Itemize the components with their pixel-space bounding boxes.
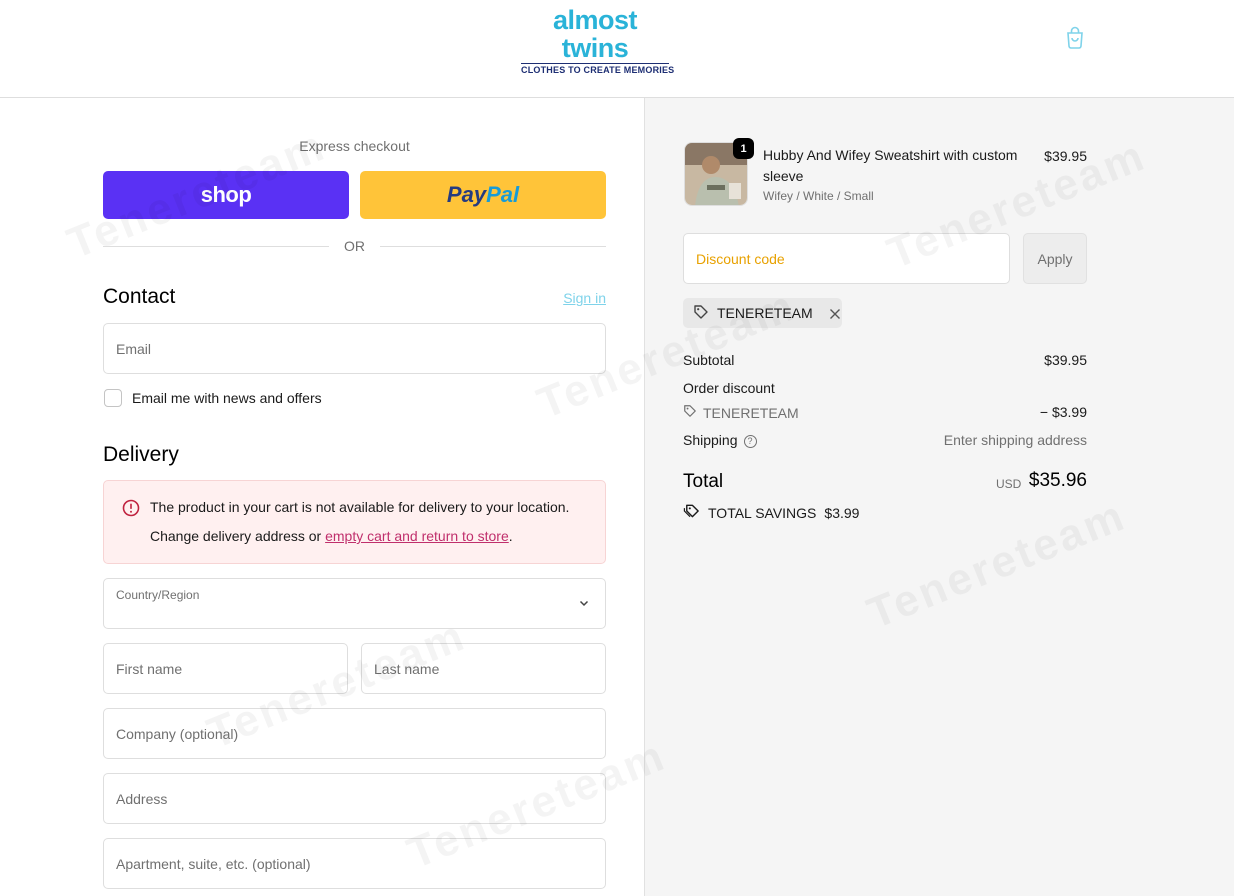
company-field[interactable]: Company (optional) <box>103 708 606 759</box>
cart-icon[interactable] <box>1064 25 1086 49</box>
alert-action-suffix: . <box>508 528 513 544</box>
help-icon[interactable]: ? <box>743 435 757 448</box>
product-price: $39.95 <box>1044 148 1087 164</box>
site-header: almost twins CLOTHES TO CREATE MEMORIES <box>0 0 1234 98</box>
shipping-row: Shipping? <box>683 432 757 448</box>
alert-message: The product in your cart is not availabl… <box>150 499 570 515</box>
store-logo[interactable]: almost twins CLOTHES TO CREATE MEMORIES <box>521 6 674 75</box>
quantity-badge: 1 <box>733 138 754 159</box>
remove-discount-icon[interactable] <box>829 307 841 319</box>
divider-line-left <box>103 246 329 247</box>
or-divider: OR <box>103 238 606 256</box>
discount-code-placeholder: Discount code <box>696 251 785 267</box>
address-placeholder: Address <box>116 790 168 807</box>
total-savings: TOTAL SAVINGS $3.99 <box>683 503 859 522</box>
product-name: Hubby And Wifey Sweatshirt with custom s… <box>763 147 1018 184</box>
apartment-placeholder: Apartment, suite, etc. (optional) <box>116 855 311 872</box>
apply-discount-button[interactable]: Apply <box>1023 233 1087 284</box>
discount-code-field[interactable]: Discount code <box>683 233 1010 284</box>
applied-code-label: TENERETEAM <box>717 305 813 321</box>
paypal-label-pay: Pay <box>446 182 487 207</box>
divider-line-right <box>380 246 606 247</box>
paypal-label-pal: Pal <box>486 182 520 207</box>
discount-code-name: TENERETEAM <box>703 404 799 421</box>
apply-label: Apply <box>1037 250 1073 267</box>
applied-discount-chip: TENERETEAM <box>683 298 842 328</box>
company-placeholder: Company (optional) <box>116 725 239 742</box>
alert-circle-icon <box>122 499 140 517</box>
discount-amount: − $3.99 <box>1039 404 1087 420</box>
order-discount-label: Order discount <box>683 380 775 396</box>
logo-wordmark: almost twins <box>552 5 638 63</box>
paypal-button[interactable]: Pay Pal <box>360 171 606 219</box>
discount-code-row: TENERETEAM <box>683 404 799 421</box>
logo-tagline: CLOTHES TO CREATE MEMORIES <box>521 63 675 75</box>
first-name-field[interactable]: First name <box>103 643 348 694</box>
first-name-placeholder: First name <box>116 660 183 677</box>
delivery-error-alert: The product in your cart is not availabl… <box>103 480 606 564</box>
subtotal-label: Subtotal <box>683 352 735 368</box>
express-checkout-label: Express checkout <box>299 138 410 154</box>
alert-action-prefix: Change delivery address or <box>150 528 326 544</box>
country-label: Country/Region <box>116 588 200 602</box>
newsletter-checkbox[interactable] <box>104 389 122 407</box>
alert-action-line: Change delivery address or empty cart an… <box>150 528 513 544</box>
email-field[interactable]: Email <box>103 323 606 374</box>
product-variant: Wifey / White / Small <box>763 189 874 203</box>
chevron-down-icon <box>577 596 591 610</box>
savings-tag-icon <box>683 503 700 522</box>
sign-in-link[interactable]: Sign in <box>540 290 606 306</box>
total-label: Total <box>683 471 724 492</box>
savings-value: $3.99 <box>824 504 860 521</box>
country-select[interactable]: Country/Region <box>103 578 606 629</box>
subtotal-value: $39.95 <box>1044 352 1087 368</box>
last-name-field[interactable]: Last name <box>361 643 606 694</box>
shipping-label: Shipping <box>683 432 738 448</box>
total-currency: USD <box>996 477 1022 491</box>
address-field[interactable]: Address <box>103 773 606 824</box>
order-summary-panel <box>644 98 1234 896</box>
delivery-heading: Delivery <box>103 443 179 466</box>
shop-pay-label: shop <box>200 182 252 207</box>
savings-label: TOTAL SAVINGS <box>708 504 817 521</box>
apartment-field[interactable]: Apartment, suite, etc. (optional) <box>103 838 606 889</box>
tag-icon <box>693 304 709 323</box>
newsletter-label: Email me with news and offers <box>132 390 322 406</box>
shipping-value: Enter shipping address <box>943 432 1087 448</box>
empty-cart-link[interactable]: empty cart and return to store <box>325 528 509 544</box>
email-placeholder: Email <box>116 340 152 357</box>
or-label: OR <box>344 238 365 254</box>
shop-pay-button[interactable]: shop <box>103 171 349 219</box>
contact-heading: Contact <box>103 285 176 308</box>
total-value: $35.96 <box>1028 470 1087 491</box>
discount-tag-icon <box>683 404 697 421</box>
last-name-placeholder: Last name <box>374 660 440 677</box>
